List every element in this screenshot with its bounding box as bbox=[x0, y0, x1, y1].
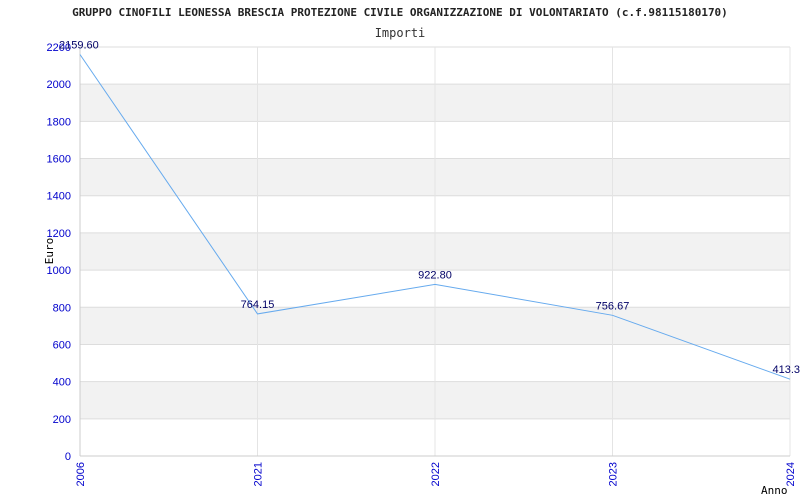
x-tick-label: 2023 bbox=[608, 462, 620, 486]
y-tick-label: 200 bbox=[53, 414, 71, 426]
data-label: 756.67 bbox=[596, 300, 630, 312]
chart-subtitle: Importi bbox=[375, 26, 426, 40]
x-tick-label: 2006 bbox=[75, 462, 87, 486]
line-chart: 0200400600800100012001400160018002000220… bbox=[43, 6, 800, 497]
y-tick-label: 1800 bbox=[47, 116, 71, 128]
chart-title: GRUPPO CINOFILI LEONESSA BRESCIA PROTEZI… bbox=[72, 6, 728, 19]
y-tick-label: 0 bbox=[65, 451, 71, 463]
x-tick-label: 2024 bbox=[785, 462, 797, 486]
y-tick-label: 1600 bbox=[47, 154, 71, 166]
y-tick-label: 800 bbox=[53, 302, 71, 314]
data-label: 413.3 bbox=[772, 364, 800, 376]
x-tick-labels: 2006 2021 2022 2023 2024 bbox=[75, 462, 797, 486]
y-tick-label: 400 bbox=[53, 377, 71, 389]
y-axis-label: Euro bbox=[43, 238, 56, 265]
data-label: 922.80 bbox=[418, 269, 452, 281]
y-tick-label: 1400 bbox=[47, 191, 71, 203]
y-tick-label: 600 bbox=[53, 339, 71, 351]
x-axis-label: Anno bbox=[761, 484, 788, 497]
data-label: 2159.60 bbox=[59, 40, 99, 52]
y-tick-label: 2000 bbox=[47, 79, 71, 91]
x-tick-label: 2022 bbox=[430, 462, 442, 486]
data-label: 764.15 bbox=[241, 299, 275, 311]
y-tick-label: 1000 bbox=[47, 265, 71, 277]
x-tick-label: 2021 bbox=[253, 462, 265, 486]
